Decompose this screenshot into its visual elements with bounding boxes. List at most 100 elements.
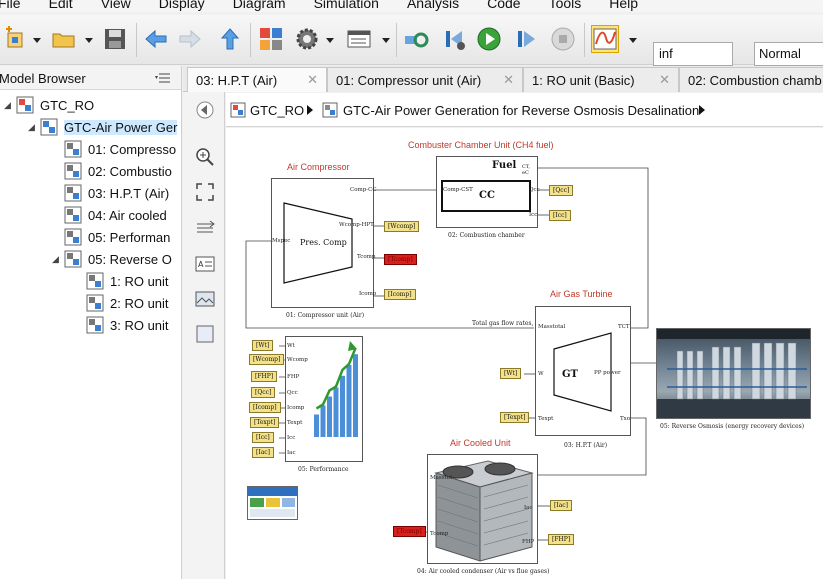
close-tab-icon[interactable]: ✕ xyxy=(503,72,514,88)
tag-perf-texpt[interactable]: [Texpt] xyxy=(250,417,280,428)
tag-ac-tcomp[interactable]: [Tcomp] xyxy=(393,526,426,537)
save-icon[interactable] xyxy=(101,25,129,53)
breadcrumb-subsystem[interactable]: GTC-Air Power Generation for Reverse Osm… xyxy=(343,103,699,118)
open-dropdown-icon[interactable] xyxy=(84,35,94,45)
menu-code[interactable]: Code xyxy=(487,0,520,11)
tree-item[interactable]: 02: Combustio xyxy=(52,160,172,182)
browser-menu-icon[interactable] xyxy=(155,72,171,84)
performance-caption: 05: Performance xyxy=(298,466,349,473)
up-arrow-icon[interactable] xyxy=(216,25,244,53)
annotation-icon[interactable]: A xyxy=(195,254,215,274)
toolbar-separator xyxy=(136,23,137,57)
menu-help[interactable]: Help xyxy=(609,0,638,11)
tree-item[interactable]: 05: Performan xyxy=(52,226,170,248)
combustor-block[interactable]: Fuel CT, eC CC Comp-CST Qcc Icc xyxy=(436,156,540,228)
tree-item[interactable]: ◢ GTC_RO xyxy=(4,94,94,116)
tag-perf-wcomp[interactable]: [Wcomp] xyxy=(249,354,285,365)
tree-item-label: 03: H.P.T (Air) xyxy=(88,185,170,201)
tree-item[interactable]: 2: RO unit xyxy=(74,292,169,314)
expand-arrow-icon[interactable]: ◢ xyxy=(28,122,40,133)
menu-file[interactable]: File xyxy=(0,0,21,11)
tag-perf-icc[interactable]: [Icc] xyxy=(252,432,274,443)
tag-perf-icomp[interactable]: [Icomp] xyxy=(249,402,281,413)
open-folder-icon[interactable] xyxy=(50,25,78,53)
tag-perf-qcc[interactable]: [Qcc] xyxy=(251,387,276,398)
tag-texpt[interactable]: [Texpt] xyxy=(500,412,530,423)
tree-item[interactable]: ◢ 05: Reverse O xyxy=(52,248,172,270)
fuel-label: Fuel xyxy=(492,160,517,171)
ro-caption: 05: Reverse Osmosis (energy recovery dev… xyxy=(660,423,805,430)
step-forward-icon[interactable] xyxy=(512,25,540,53)
tab-ro-unit[interactable]: 1: RO unit (Basic) ✕ xyxy=(523,67,679,92)
tab-combustion-chamber[interactable]: 02: Combustion chamb xyxy=(679,67,823,92)
menu-simulation[interactable]: Simulation xyxy=(314,0,379,11)
stop-time-input[interactable]: inf xyxy=(653,42,733,66)
new-model-dropdown-icon[interactable] xyxy=(32,35,42,45)
tag-qcc[interactable]: [Qcc] xyxy=(549,185,574,196)
turbine-block[interactable]: GT Masstotal TCT W PP power Texpt Txo xyxy=(535,306,631,436)
menu-view[interactable]: View xyxy=(101,0,131,11)
tree-item[interactable]: ◢ GTC-Air Power Ger xyxy=(28,116,178,138)
tag-icc[interactable]: [Icc] xyxy=(549,210,571,221)
port-comp-cc: Comp-CC xyxy=(350,187,377,193)
menu-display[interactable]: Display xyxy=(159,0,205,11)
update-diagram-icon[interactable] xyxy=(402,25,430,53)
back-arrow-icon[interactable] xyxy=(142,25,170,53)
menu-edit[interactable]: Edit xyxy=(49,0,73,11)
hide-browser-icon[interactable] xyxy=(195,100,215,120)
compressor-title: Air Compressor xyxy=(287,162,350,172)
turbine-inner-label: GT xyxy=(562,369,579,380)
thumbnail-image[interactable] xyxy=(247,486,298,520)
settings-dropdown-icon[interactable] xyxy=(325,35,335,45)
expand-arrow-icon[interactable]: ◢ xyxy=(52,254,64,265)
area-box-icon[interactable] xyxy=(195,324,215,344)
tab-compressor-unit[interactable]: 01: Compressor unit (Air) ✕ xyxy=(327,67,523,92)
port-tcomp-ac: Tcomp xyxy=(430,531,449,537)
tree-item[interactable]: 3: RO unit xyxy=(74,314,169,336)
diagram-canvas[interactable]: Air Compressor Pres. Comp Comp-CC Wcomp-… xyxy=(226,128,823,579)
reverse-osmosis-image[interactable] xyxy=(656,328,811,419)
tree-item[interactable]: 1: RO unit xyxy=(74,270,169,292)
tag-wcomp[interactable]: [Wcomp] xyxy=(384,221,420,232)
stop-icon[interactable] xyxy=(549,25,577,53)
tag-tcomp[interactable]: [Tcomp] xyxy=(384,254,417,265)
settings-gear-icon[interactable] xyxy=(293,25,321,53)
step-back-icon[interactable] xyxy=(440,25,468,53)
data-inspector-icon[interactable] xyxy=(591,25,619,53)
tree-item[interactable]: 03: H.P.T (Air) xyxy=(52,182,169,204)
expand-arrow-icon[interactable]: ◢ xyxy=(4,100,16,111)
breadcrumb-root[interactable]: GTC_RO xyxy=(250,103,304,118)
simulation-mode-select[interactable]: Normal xyxy=(754,42,823,66)
route-lines-icon[interactable] xyxy=(195,218,215,238)
explorer-dropdown-icon[interactable] xyxy=(381,35,391,45)
fit-to-view-icon[interactable] xyxy=(195,182,215,202)
forward-arrow-icon[interactable] xyxy=(176,25,204,53)
port-icc: Icc xyxy=(529,212,538,218)
menu-tools[interactable]: Tools xyxy=(549,0,582,11)
zoom-in-icon[interactable] xyxy=(195,147,215,167)
close-tab-icon[interactable]: ✕ xyxy=(307,72,318,88)
tag-wt[interactable]: [Wt] xyxy=(500,368,522,379)
model-explorer-icon[interactable] xyxy=(345,25,373,53)
library-browser-icon[interactable] xyxy=(257,25,285,53)
model-browser-header: Model Browser xyxy=(0,66,181,90)
tree-item[interactable]: 01: Compresso xyxy=(52,138,176,160)
tag-perf-wt[interactable]: [Wt] xyxy=(252,340,274,351)
performance-bar-chart xyxy=(314,341,358,437)
tag-perf-iac[interactable]: [Iac] xyxy=(252,447,274,458)
tab-hpt-air[interactable]: 03: H.P.T (Air) ✕ xyxy=(187,67,327,92)
menu-diagram[interactable]: Diagram xyxy=(233,0,286,11)
inspector-dropdown-icon[interactable] xyxy=(628,35,638,45)
run-play-icon[interactable] xyxy=(475,25,503,53)
close-tab-icon[interactable]: ✕ xyxy=(659,72,670,88)
tag-perf-fhp[interactable]: [FHP] xyxy=(251,371,278,382)
tag-ac-iac[interactable]: [Iac] xyxy=(550,500,572,511)
aircooler-block[interactable]: Masstot Tcomp Iac FHP xyxy=(427,454,538,564)
tag-ac-fhp[interactable]: [FHP] xyxy=(548,534,575,545)
image-insert-icon[interactable] xyxy=(195,289,215,309)
tag-icomp[interactable]: [Icomp] xyxy=(384,289,416,300)
performance-block[interactable]: Wt Wcomp FHP Qcc Icomp Texpt Icc Iac xyxy=(285,336,363,462)
menu-analysis[interactable]: Analysis xyxy=(407,0,459,11)
tree-item[interactable]: 04: Air cooled xyxy=(52,204,167,226)
new-model-icon[interactable] xyxy=(2,25,30,53)
